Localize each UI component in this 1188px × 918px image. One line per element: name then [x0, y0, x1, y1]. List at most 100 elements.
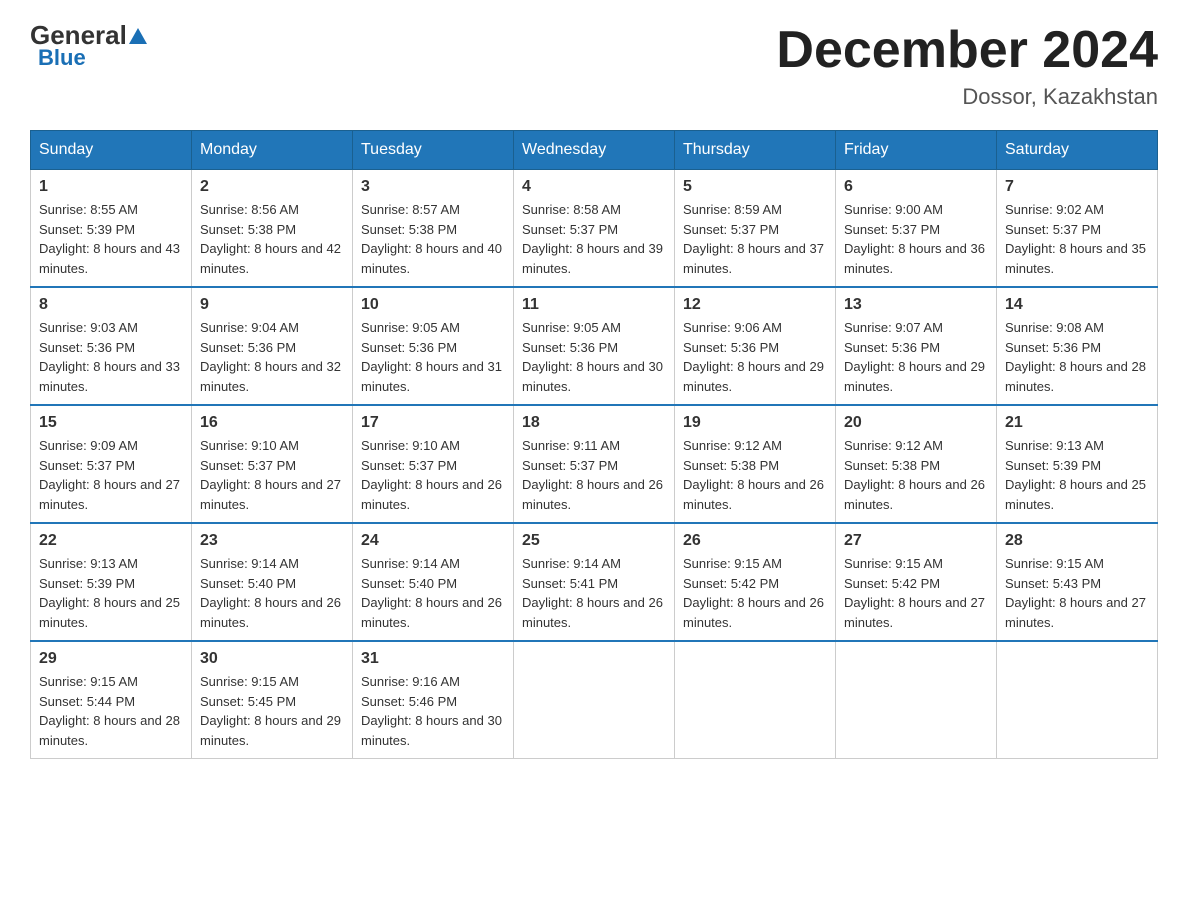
day-info: Sunrise: 9:12 AM Sunset: 5:38 PM Dayligh…: [844, 436, 988, 514]
day-number: 5: [683, 178, 827, 196]
day-info: Sunrise: 9:14 AM Sunset: 5:40 PM Dayligh…: [200, 554, 344, 632]
title-section: December 2024 Dossor, Kazakhstan: [776, 20, 1158, 110]
sunset-label: Sunset: 5:37 PM: [361, 458, 457, 473]
day-number: 8: [39, 296, 183, 314]
sunset-label: Sunset: 5:36 PM: [522, 340, 618, 355]
sunset-label: Sunset: 5:36 PM: [361, 340, 457, 355]
weekday-header-saturday: Saturday: [997, 131, 1158, 170]
logo: General Blue: [30, 20, 149, 71]
daylight-label: Daylight: 8 hours and 27 minutes.: [39, 477, 180, 512]
sunset-label: Sunset: 5:39 PM: [39, 222, 135, 237]
daylight-label: Daylight: 8 hours and 27 minutes.: [1005, 595, 1146, 630]
sunrise-label: Sunrise: 9:04 AM: [200, 320, 299, 335]
day-info: Sunrise: 8:58 AM Sunset: 5:37 PM Dayligh…: [522, 200, 666, 278]
daylight-label: Daylight: 8 hours and 29 minutes.: [844, 359, 985, 394]
day-info: Sunrise: 9:16 AM Sunset: 5:46 PM Dayligh…: [361, 672, 505, 750]
sunset-label: Sunset: 5:42 PM: [844, 576, 940, 591]
calendar-cell: 16 Sunrise: 9:10 AM Sunset: 5:37 PM Dayl…: [192, 405, 353, 523]
daylight-label: Daylight: 8 hours and 28 minutes.: [1005, 359, 1146, 394]
sunrise-label: Sunrise: 9:08 AM: [1005, 320, 1104, 335]
daylight-label: Daylight: 8 hours and 25 minutes.: [39, 595, 180, 630]
calendar-cell: 30 Sunrise: 9:15 AM Sunset: 5:45 PM Dayl…: [192, 641, 353, 759]
sunset-label: Sunset: 5:43 PM: [1005, 576, 1101, 591]
day-info: Sunrise: 9:07 AM Sunset: 5:36 PM Dayligh…: [844, 318, 988, 396]
day-number: 2: [200, 178, 344, 196]
day-info: Sunrise: 9:05 AM Sunset: 5:36 PM Dayligh…: [522, 318, 666, 396]
day-number: 28: [1005, 532, 1149, 550]
day-info: Sunrise: 9:13 AM Sunset: 5:39 PM Dayligh…: [39, 554, 183, 632]
sunset-label: Sunset: 5:37 PM: [1005, 222, 1101, 237]
sunrise-label: Sunrise: 8:58 AM: [522, 202, 621, 217]
calendar-cell: 11 Sunrise: 9:05 AM Sunset: 5:36 PM Dayl…: [514, 287, 675, 405]
daylight-label: Daylight: 8 hours and 26 minutes.: [522, 595, 663, 630]
sunrise-label: Sunrise: 8:57 AM: [361, 202, 460, 217]
calendar-week-row: 15 Sunrise: 9:09 AM Sunset: 5:37 PM Dayl…: [31, 405, 1158, 523]
calendar-cell: 26 Sunrise: 9:15 AM Sunset: 5:42 PM Dayl…: [675, 523, 836, 641]
day-number: 31: [361, 650, 505, 668]
day-info: Sunrise: 9:10 AM Sunset: 5:37 PM Dayligh…: [361, 436, 505, 514]
day-info: Sunrise: 8:57 AM Sunset: 5:38 PM Dayligh…: [361, 200, 505, 278]
sunset-label: Sunset: 5:36 PM: [200, 340, 296, 355]
calendar-cell: 24 Sunrise: 9:14 AM Sunset: 5:40 PM Dayl…: [353, 523, 514, 641]
sunrise-label: Sunrise: 9:12 AM: [844, 438, 943, 453]
day-number: 15: [39, 414, 183, 432]
sunset-label: Sunset: 5:39 PM: [1005, 458, 1101, 473]
sunset-label: Sunset: 5:37 PM: [200, 458, 296, 473]
day-number: 11: [522, 296, 666, 314]
weekday-header-thursday: Thursday: [675, 131, 836, 170]
day-number: 29: [39, 650, 183, 668]
calendar-cell: 31 Sunrise: 9:16 AM Sunset: 5:46 PM Dayl…: [353, 641, 514, 759]
day-number: 6: [844, 178, 988, 196]
daylight-label: Daylight: 8 hours and 37 minutes.: [683, 241, 824, 276]
daylight-label: Daylight: 8 hours and 42 minutes.: [200, 241, 341, 276]
daylight-label: Daylight: 8 hours and 26 minutes.: [522, 477, 663, 512]
calendar-cell: 12 Sunrise: 9:06 AM Sunset: 5:36 PM Dayl…: [675, 287, 836, 405]
weekday-header-wednesday: Wednesday: [514, 131, 675, 170]
calendar-table: SundayMondayTuesdayWednesdayThursdayFrid…: [30, 130, 1158, 759]
calendar-cell: 2 Sunrise: 8:56 AM Sunset: 5:38 PM Dayli…: [192, 170, 353, 288]
sunrise-label: Sunrise: 9:06 AM: [683, 320, 782, 335]
calendar-cell: 18 Sunrise: 9:11 AM Sunset: 5:37 PM Dayl…: [514, 405, 675, 523]
day-info: Sunrise: 9:03 AM Sunset: 5:36 PM Dayligh…: [39, 318, 183, 396]
daylight-label: Daylight: 8 hours and 26 minutes.: [683, 477, 824, 512]
sunrise-label: Sunrise: 9:11 AM: [522, 438, 620, 453]
sunset-label: Sunset: 5:42 PM: [683, 576, 779, 591]
calendar-cell: 3 Sunrise: 8:57 AM Sunset: 5:38 PM Dayli…: [353, 170, 514, 288]
calendar-cell: 7 Sunrise: 9:02 AM Sunset: 5:37 PM Dayli…: [997, 170, 1158, 288]
weekday-header-friday: Friday: [836, 131, 997, 170]
day-number: 19: [683, 414, 827, 432]
daylight-label: Daylight: 8 hours and 35 minutes.: [1005, 241, 1146, 276]
day-number: 22: [39, 532, 183, 550]
daylight-label: Daylight: 8 hours and 26 minutes.: [361, 477, 502, 512]
sunset-label: Sunset: 5:37 PM: [522, 458, 618, 473]
calendar-cell: [836, 641, 997, 759]
daylight-label: Daylight: 8 hours and 26 minutes.: [361, 595, 502, 630]
sunrise-label: Sunrise: 9:10 AM: [361, 438, 460, 453]
day-number: 9: [200, 296, 344, 314]
day-number: 14: [1005, 296, 1149, 314]
page-header: General Blue December 2024 Dossor, Kazak…: [30, 20, 1158, 110]
weekday-header-row: SundayMondayTuesdayWednesdayThursdayFrid…: [31, 131, 1158, 170]
calendar-cell: 23 Sunrise: 9:14 AM Sunset: 5:40 PM Dayl…: [192, 523, 353, 641]
daylight-label: Daylight: 8 hours and 27 minutes.: [200, 477, 341, 512]
sunset-label: Sunset: 5:37 PM: [522, 222, 618, 237]
calendar-cell: [997, 641, 1158, 759]
sunrise-label: Sunrise: 9:15 AM: [683, 556, 782, 571]
weekday-header-tuesday: Tuesday: [353, 131, 514, 170]
calendar-cell: 27 Sunrise: 9:15 AM Sunset: 5:42 PM Dayl…: [836, 523, 997, 641]
calendar-cell: 13 Sunrise: 9:07 AM Sunset: 5:36 PM Dayl…: [836, 287, 997, 405]
day-info: Sunrise: 9:04 AM Sunset: 5:36 PM Dayligh…: [200, 318, 344, 396]
sunset-label: Sunset: 5:37 PM: [39, 458, 135, 473]
calendar-cell: 25 Sunrise: 9:14 AM Sunset: 5:41 PM Dayl…: [514, 523, 675, 641]
daylight-label: Daylight: 8 hours and 36 minutes.: [844, 241, 985, 276]
sunrise-label: Sunrise: 9:15 AM: [1005, 556, 1104, 571]
sunset-label: Sunset: 5:38 PM: [844, 458, 940, 473]
day-info: Sunrise: 9:15 AM Sunset: 5:43 PM Dayligh…: [1005, 554, 1149, 632]
calendar-cell: [675, 641, 836, 759]
calendar-week-row: 29 Sunrise: 9:15 AM Sunset: 5:44 PM Dayl…: [31, 641, 1158, 759]
calendar-cell: 1 Sunrise: 8:55 AM Sunset: 5:39 PM Dayli…: [31, 170, 192, 288]
day-number: 13: [844, 296, 988, 314]
day-info: Sunrise: 8:55 AM Sunset: 5:39 PM Dayligh…: [39, 200, 183, 278]
sunset-label: Sunset: 5:37 PM: [844, 222, 940, 237]
day-info: Sunrise: 9:09 AM Sunset: 5:37 PM Dayligh…: [39, 436, 183, 514]
